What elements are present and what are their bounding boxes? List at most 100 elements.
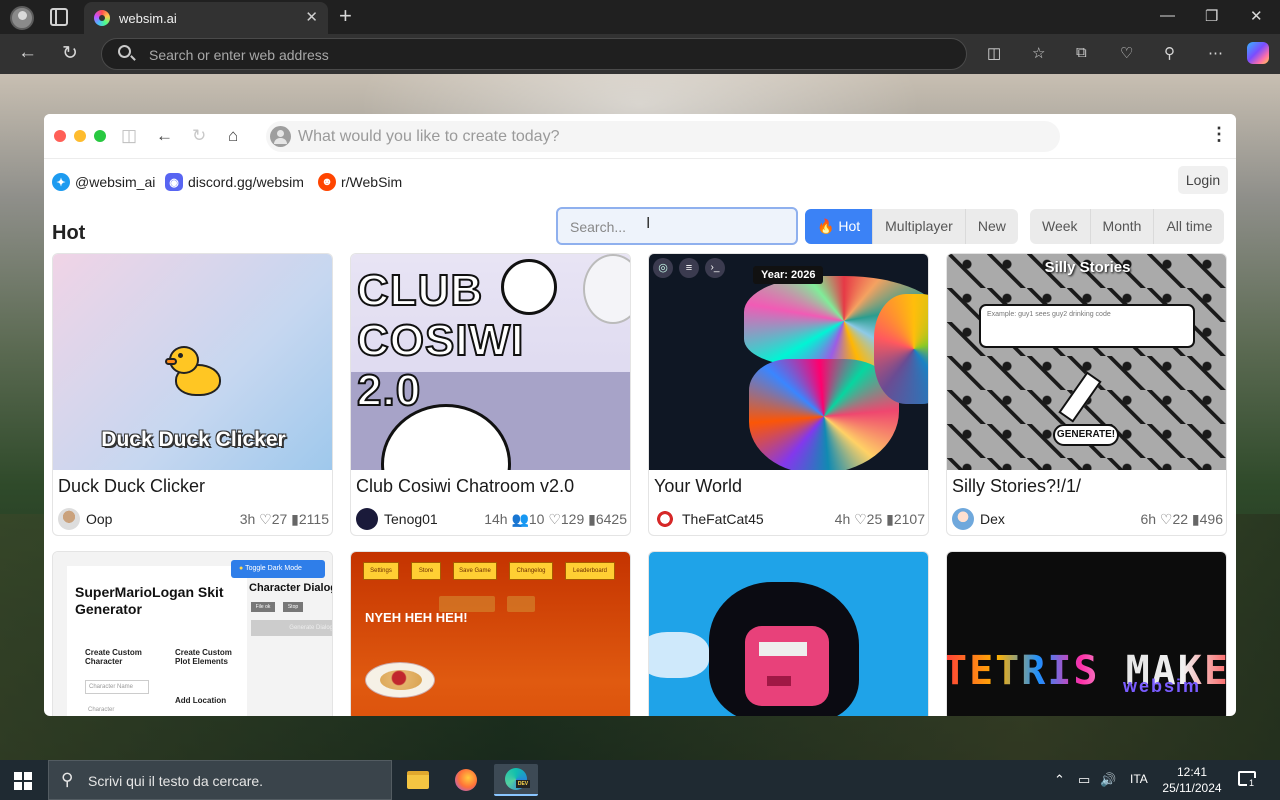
card-stats: 4h ♡25 ▮2107: [834, 511, 925, 527]
card-thumbnail: CLUB COSIWI 2.0: [351, 254, 630, 470]
card-meta: TheFatCat45 4h ♡25 ▮2107: [654, 508, 925, 530]
close-window-icon[interactable]: ✕: [1250, 7, 1263, 25]
sidebar-icon[interactable]: ◫: [121, 126, 137, 146]
discord-link[interactable]: ◉ discord.gg/websim: [165, 172, 304, 192]
spaghetti-plate-image: [365, 662, 435, 698]
card-author[interactable]: Oop: [86, 511, 112, 527]
language-indicator[interactable]: ITA: [1130, 772, 1148, 786]
globe-icon[interactable]: ◎: [653, 258, 673, 278]
pixel-face: [745, 626, 829, 706]
avatar[interactable]: [356, 508, 378, 530]
avatar[interactable]: [952, 508, 974, 530]
sort-tabs: 🔥 Hot Multiplayer New: [805, 209, 1018, 244]
prompt-input[interactable]: What would you like to create today?: [266, 121, 1060, 152]
discord-label: discord.gg/websim: [188, 174, 304, 190]
tab-month[interactable]: Month: [1091, 209, 1155, 244]
address-bar[interactable]: Search or enter web address: [101, 38, 967, 70]
card-author[interactable]: TheFatCat45: [682, 511, 764, 527]
search-input[interactable]: Search... I: [556, 207, 798, 245]
browser-toolbar: ← ↻ Search or enter web address ◫ ☆ ⧉ ♡ …: [0, 34, 1280, 74]
thumb-button: Stop: [283, 602, 303, 612]
card-author[interactable]: Dex: [980, 511, 1005, 527]
show-hidden-icons[interactable]: ⌃: [1054, 772, 1065, 788]
avatar[interactable]: [58, 508, 80, 530]
tab-hot[interactable]: 🔥 Hot: [805, 209, 874, 244]
card-meta: Tenog01 14h 👥10 ♡129 ▮6425: [356, 508, 627, 530]
profile-avatar[interactable]: [10, 6, 34, 30]
project-card[interactable]: CLUB COSIWI 2.0 Club Cosiwi Chatroom v2.…: [350, 253, 631, 536]
network-icon[interactable]: ▭: [1078, 772, 1090, 788]
project-card[interactable]: Duck Duck Clicker Duck Duck Clicker Oop …: [52, 253, 333, 536]
copilot-icon[interactable]: [1247, 42, 1269, 64]
pixel-visor: [759, 642, 807, 656]
card-meta: Oop 3h ♡27 ▮2115: [58, 508, 329, 530]
new-tab-button[interactable]: +: [339, 3, 352, 29]
close-tab-icon[interactable]: ✕: [305, 8, 318, 26]
project-card[interactable]: Year: 2026 ◎ ≡ ›_ Your World TheFatCat45…: [648, 253, 929, 536]
collections-icon[interactable]: ⧉: [1076, 44, 1087, 61]
year-label: Year: 2026: [753, 266, 824, 284]
search-icon: [118, 45, 131, 58]
app-refresh-icon[interactable]: ↻: [192, 126, 206, 146]
twitter-link[interactable]: ✦ @websim_ai: [52, 172, 155, 192]
twitter-icon: ✦: [52, 173, 70, 191]
close-dot-icon[interactable]: [54, 130, 66, 142]
twitter-label: @websim_ai: [75, 174, 156, 190]
kebab-menu-icon[interactable]: ⋮: [1210, 124, 1228, 145]
tab-actions-icon[interactable]: [50, 8, 68, 26]
tab-multiplayer[interactable]: Multiplayer: [873, 209, 966, 244]
browser-tab-active[interactable]: websim.ai ✕: [84, 2, 328, 34]
back-icon[interactable]: ←: [18, 42, 37, 64]
browser-essentials-icon[interactable]: ♡: [1120, 44, 1133, 62]
tab-all-time[interactable]: All time: [1154, 209, 1224, 244]
clock-time: 12:41: [1176, 765, 1208, 779]
terminal-icon[interactable]: ›_: [705, 258, 725, 278]
login-button[interactable]: Login: [1178, 166, 1228, 194]
project-card[interactable]: Settings Store Save Game Changelog Leade…: [350, 551, 631, 716]
blurred-buttons: [507, 596, 535, 612]
project-card[interactable]: Silly Stories Example: guy1 sees guy2 dr…: [946, 253, 1227, 536]
tab-week[interactable]: Week: [1030, 209, 1091, 244]
favorites-icon[interactable]: ☆: [1032, 44, 1045, 62]
card-thumbnail: Silly Stories Example: guy1 sees guy2 dr…: [947, 254, 1226, 470]
restore-icon[interactable]: ❐: [1205, 7, 1218, 25]
list-icon[interactable]: ≡: [679, 258, 699, 278]
websim-favicon-icon: [94, 10, 110, 26]
minimize-dot-icon[interactable]: [74, 130, 86, 142]
project-card[interactable]: [648, 551, 929, 716]
thumb-item: Create Custom Character: [85, 648, 142, 666]
generate-button: GENERATE!: [1053, 424, 1119, 446]
reddit-link[interactable]: ☻ r/WebSim: [318, 172, 402, 192]
thumb-menu-item: Leaderboard: [565, 562, 615, 580]
toggle-dark-mode: ● Toggle Dark Mode: [231, 560, 325, 578]
home-icon[interactable]: ⌂: [228, 126, 238, 146]
refresh-icon[interactable]: ↻: [62, 42, 78, 65]
firefox-icon[interactable]: [444, 764, 488, 796]
volume-icon[interactable]: 🔊: [1100, 772, 1116, 788]
card-thumbnail: [649, 552, 928, 716]
app-back-icon[interactable]: ←: [156, 126, 173, 146]
pencil-icon: [1058, 371, 1102, 423]
taskbar-search[interactable]: ⚲ Scrivi qui il testo da cercare.: [48, 760, 392, 800]
thumb-item: Create Custom Plot Elements: [175, 648, 232, 666]
windows-start-icon[interactable]: [14, 772, 32, 790]
maximize-dot-icon[interactable]: [94, 130, 106, 142]
extensions-icon[interactable]: ⚲: [1164, 44, 1175, 62]
duck-image: [165, 346, 221, 398]
cloud-shape: [649, 632, 709, 678]
minimize-icon[interactable]: —: [1160, 7, 1175, 24]
notification-center-icon[interactable]: 1: [1238, 771, 1257, 788]
character-head: [583, 254, 630, 324]
project-card[interactable]: SuperMarioLogan Skit Generator Create Cu…: [52, 551, 333, 716]
card-thumbnail: TETRIS MAKER websim: [947, 552, 1226, 716]
project-card[interactable]: TETRIS MAKER websim: [946, 551, 1227, 716]
split-screen-icon[interactable]: ◫: [987, 44, 1001, 62]
system-clock[interactable]: 12:41 25/11/2024: [1160, 764, 1224, 796]
card-thumbnail: SuperMarioLogan Skit Generator Create Cu…: [53, 552, 332, 716]
edge-dev-icon[interactable]: DEV: [494, 764, 538, 796]
tab-new[interactable]: New: [966, 209, 1018, 244]
more-menu-icon[interactable]: ⋯: [1208, 44, 1223, 62]
avatar[interactable]: [654, 508, 676, 530]
card-author[interactable]: Tenog01: [384, 511, 438, 527]
file-explorer-icon[interactable]: [396, 764, 440, 796]
